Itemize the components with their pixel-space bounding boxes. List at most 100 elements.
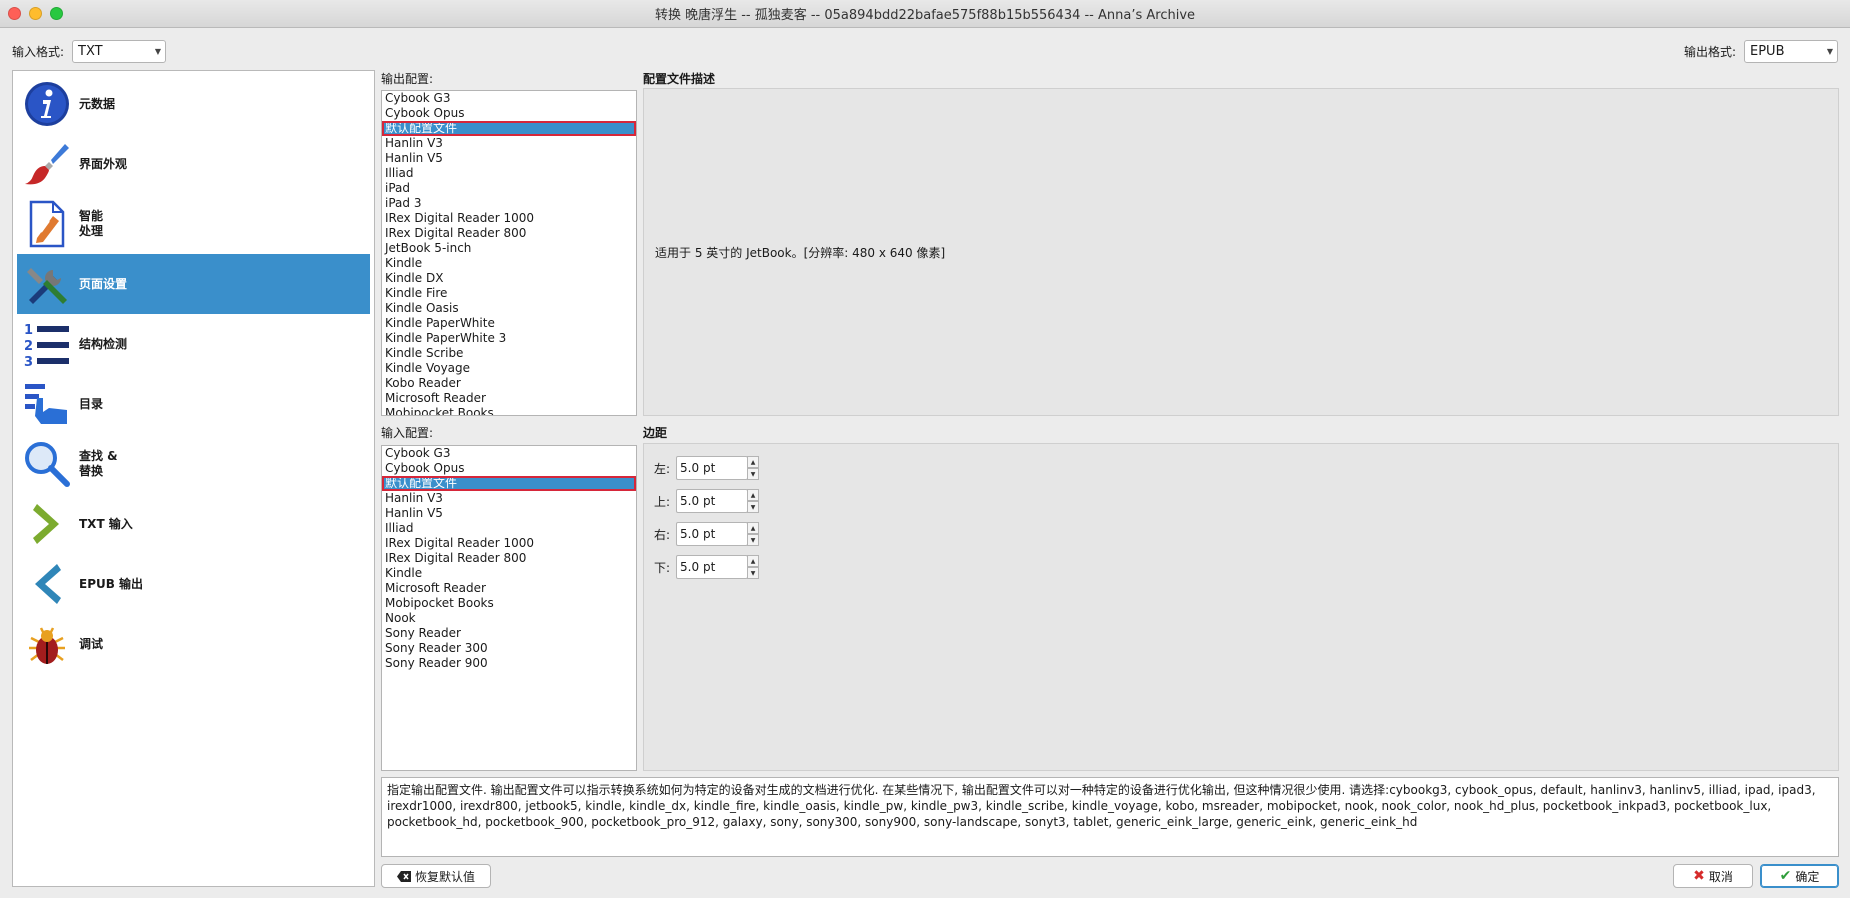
sidebar-item-txt-input[interactable]: TXT 输入 — [17, 494, 370, 554]
margin-left-label: 左: — [654, 461, 671, 476]
input-profile-item[interactable]: Cybook Opus — [382, 461, 636, 476]
output-profile-item[interactable]: Hanlin V5 — [382, 151, 636, 166]
help-text: 指定输出配置文件. 输出配置文件可以指示转换系统如何为特定的设备对生成的文档进行… — [381, 777, 1839, 857]
cancel-button[interactable]: ✖ 取消 — [1673, 864, 1753, 888]
sidebar-item-metadata[interactable]: 元数据 — [17, 74, 370, 134]
margin-bottom-value[interactable]: 5.0 pt — [676, 555, 749, 579]
increment-icon[interactable]: ▲ — [747, 456, 760, 468]
input-profile-list[interactable]: Cybook G3 Cybook Opus 默认配置文件 Hanlin V3 Hanli… — [381, 445, 637, 771]
x-icon: ✖ — [1693, 868, 1705, 884]
output-profile-item[interactable]: Cybook Opus — [382, 106, 636, 121]
input-profile-item[interactable]: Microsoft Reader — [382, 581, 636, 596]
sidebar-item-structure-detection[interactable]: 123 结构检测 — [17, 314, 370, 374]
output-profile-item[interactable]: JetBook 5-inch — [382, 241, 636, 256]
margin-right-row: 右: 5.0 pt ▲ ▼ — [654, 522, 760, 546]
input-profile-item[interactable]: Sony Reader — [382, 626, 636, 641]
backspace-icon — [396, 870, 411, 882]
output-profile-item[interactable]: IRex Digital Reader 1000 — [382, 211, 636, 226]
output-profile-item[interactable]: Mobipocket Books — [382, 406, 636, 415]
profile-description-label: 配置文件描述 — [643, 72, 716, 86]
svg-text:1: 1 — [24, 323, 33, 338]
input-profile-item[interactable]: Illiad — [382, 521, 636, 536]
increment-icon[interactable]: ▲ — [747, 555, 760, 567]
svg-text:3: 3 — [24, 355, 33, 368]
output-profile-item[interactable]: Kindle — [382, 256, 636, 271]
output-profile-item[interactable]: Kindle DX — [382, 271, 636, 286]
decrement-icon[interactable]: ▼ — [747, 501, 760, 513]
output-profile-item[interactable]: Kobo Reader — [382, 376, 636, 391]
margin-bottom-spinbox[interactable]: 5.0 pt ▲ ▼ — [676, 555, 760, 579]
checkmark-icon: ✔ — [1779, 868, 1792, 884]
output-profile-item[interactable]: 默认配置文件 — [382, 121, 636, 136]
margin-top-label: 上: — [654, 494, 671, 509]
margin-left-spinbox[interactable]: 5.0 pt ▲ ▼ — [676, 456, 760, 480]
window-controls — [8, 7, 63, 20]
output-profile-item[interactable]: Microsoft Reader — [382, 391, 636, 406]
margin-bottom-row: 下: 5.0 pt ▲ ▼ — [654, 555, 760, 579]
chevron-down-icon: ▼ — [154, 46, 162, 56]
restore-defaults-button[interactable]: 恢复默认值 — [381, 864, 491, 888]
output-profile-list[interactable]: Cybook G3 Cybook Opus 默认配置文件 Hanlin V3 Hanli… — [381, 90, 637, 416]
sidebar-item-epub-output[interactable]: EPUB 输出 — [17, 554, 370, 614]
input-profile-item[interactable]: IRex Digital Reader 800 — [382, 551, 636, 566]
output-profile-item[interactable]: Kindle PaperWhite — [382, 316, 636, 331]
minimize-window-button[interactable] — [29, 7, 42, 20]
margin-top-value[interactable]: 5.0 pt — [676, 489, 749, 513]
input-profile-item[interactable]: Mobipocket Books — [382, 596, 636, 611]
input-profile-item[interactable]: Kindle — [382, 566, 636, 581]
sidebar: 元数据 界面外观 智能 处理 页面设置 123 结构检测 目录 查找 & 替换 — [12, 70, 375, 887]
increment-icon[interactable]: ▲ — [747, 489, 760, 501]
margin-right-value[interactable]: 5.0 pt — [676, 522, 749, 546]
decrement-icon[interactable]: ▼ — [747, 567, 760, 579]
sidebar-item-heuristic-processing[interactable]: 智能 处理 — [17, 194, 370, 254]
margin-left-row: 左: 5.0 pt ▲ ▼ — [654, 456, 760, 480]
output-profile-item[interactable]: IRex Digital Reader 800 — [382, 226, 636, 241]
maximize-window-button[interactable] — [50, 7, 63, 20]
profile-description-text: 适用于 5 英寸的 JetBook。[分辨率: 480 x 640 像素] — [655, 246, 946, 260]
output-profile-item[interactable]: Illiad — [382, 166, 636, 181]
numbered-list-icon: 123 — [21, 318, 73, 370]
input-profile-item[interactable]: Sony Reader 900 — [382, 656, 636, 671]
output-profile-item[interactable]: iPad 3 — [382, 196, 636, 211]
margins-label: 边距 — [643, 426, 668, 440]
input-profile-item[interactable]: Nook — [382, 611, 636, 626]
input-profile-item[interactable]: Hanlin V3 — [382, 491, 636, 506]
magnifier-icon — [21, 438, 73, 490]
input-profile-item[interactable]: 默认配置文件 — [382, 476, 636, 491]
svg-text:2: 2 — [24, 339, 33, 354]
output-profile-item[interactable]: Kindle Fire — [382, 286, 636, 301]
chevron-right-icon — [21, 498, 73, 550]
sidebar-item-page-setup[interactable]: 页面设置 — [17, 254, 370, 314]
output-profile-item[interactable]: Kindle PaperWhite 3 — [382, 331, 636, 346]
output-format-select[interactable]: EPUB ▼ — [1744, 39, 1838, 63]
sidebar-item-debug[interactable]: 调试 — [17, 614, 370, 674]
output-profile-item[interactable]: Kindle Scribe — [382, 346, 636, 361]
output-profile-item[interactable]: Cybook G3 — [382, 91, 636, 106]
input-profile-item[interactable]: Sony Reader 300 — [382, 641, 636, 656]
sidebar-item-search-replace[interactable]: 查找 & 替换 — [17, 434, 370, 494]
title-bar: 转换 晚唐浮生 -- 孤独麦客 -- 05a894bdd22bafae575f8… — [0, 0, 1850, 28]
output-profile-item[interactable]: Kindle Voyage — [382, 361, 636, 376]
input-profile-item[interactable]: Cybook G3 — [382, 446, 636, 461]
decrement-icon[interactable]: ▼ — [747, 534, 760, 546]
input-format-row: 输入格式: TXT ▼ — [12, 39, 167, 63]
sidebar-item-look-and-feel[interactable]: 界面外观 — [17, 134, 370, 194]
ok-button[interactable]: ✔ 确定 — [1760, 864, 1839, 888]
input-format-select[interactable]: TXT ▼ — [72, 39, 167, 63]
margin-right-spinbox[interactable]: 5.0 pt ▲ ▼ — [676, 522, 760, 546]
output-profile-item[interactable]: Kindle Oasis — [382, 301, 636, 316]
input-profile-item[interactable]: Hanlin V5 — [382, 506, 636, 521]
close-window-button[interactable] — [8, 7, 21, 20]
output-profile-item[interactable]: iPad — [382, 181, 636, 196]
margin-top-spinbox[interactable]: 5.0 pt ▲ ▼ — [676, 489, 760, 513]
input-format-label: 输入格式: — [12, 44, 65, 59]
sidebar-item-table-of-contents[interactable]: 目录 — [17, 374, 370, 434]
input-profile-item[interactable]: IRex Digital Reader 1000 — [382, 536, 636, 551]
margin-top-row: 上: 5.0 pt ▲ ▼ — [654, 489, 760, 513]
info-icon — [21, 78, 73, 130]
output-profile-item[interactable]: Hanlin V3 — [382, 136, 636, 151]
increment-icon[interactable]: ▲ — [747, 522, 760, 534]
chevron-down-icon: ▼ — [1826, 46, 1833, 56]
margin-left-value[interactable]: 5.0 pt — [676, 456, 749, 480]
decrement-icon[interactable]: ▼ — [747, 468, 760, 480]
